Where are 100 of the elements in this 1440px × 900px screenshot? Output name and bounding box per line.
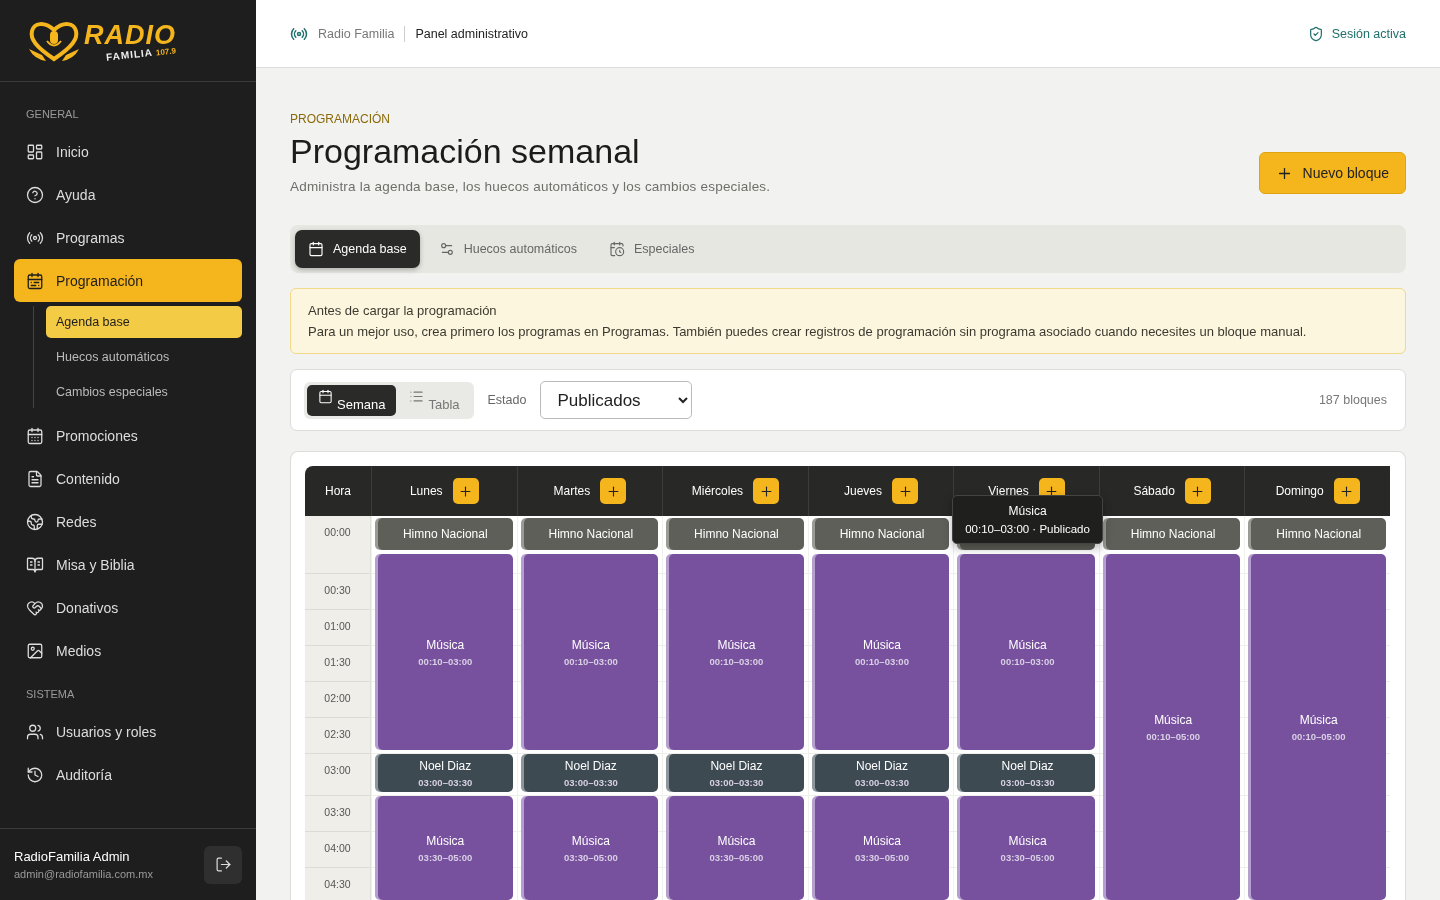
help-icon [26, 185, 44, 204]
plus-icon [1190, 483, 1206, 499]
logout-button[interactable] [204, 845, 242, 884]
session-status: Sesión activa [1331, 26, 1406, 41]
tab[interactable]: Especiales [595, 230, 708, 268]
book-icon [26, 555, 44, 574]
schedule-block[interactable]: Música 00:10–03:00 [523, 554, 659, 750]
time-label: 04:00 [324, 842, 351, 856]
schedule-block[interactable]: Música 00:10–05:00 [1251, 554, 1386, 900]
time-label: 01:00 [324, 620, 351, 634]
schedule-block[interactable]: Noel Diaz 03:00–03:30 [378, 754, 513, 792]
day-name: Domingo [1275, 484, 1324, 498]
time-label: 01:30 [324, 656, 351, 670]
calendar-icon [26, 271, 44, 290]
day-name: Jueves [843, 484, 882, 498]
user-email: admin@radiofamilia.com.mx [14, 868, 153, 880]
sidebar-item[interactable]: Misa y Biblia [14, 543, 242, 586]
sidebar-subitem[interactable]: Agenda base [46, 306, 242, 338]
image-icon [26, 641, 44, 660]
sidebar-item[interactable]: Inicio [14, 130, 242, 173]
list-icon [409, 388, 425, 404]
time-label: 03:00 [324, 764, 351, 778]
brand-name: Radio Familia [318, 26, 395, 41]
sidebar-item[interactable]: Contenido [14, 457, 242, 500]
sidebar-subitem[interactable]: Cambios especiales [46, 376, 242, 408]
schedule-block[interactable]: Música 03:30–05:00 [960, 796, 1095, 900]
sidebar-item[interactable]: Ayuda [14, 173, 242, 216]
page-title: Programación semanal [290, 132, 641, 171]
schedule-block[interactable]: Música 00:10–03:00 [960, 554, 1095, 750]
schedule-block[interactable]: Música 03:30–05:00 [814, 796, 950, 900]
schedule-block[interactable]: Música 03:30–05:00 [669, 796, 804, 900]
sidebar-item[interactable]: Medios [14, 629, 242, 672]
sidebar-item[interactable]: Promociones [14, 414, 242, 457]
document-icon [26, 469, 44, 488]
schedule-block[interactable]: Música 00:10–03:00 [378, 554, 513, 750]
sidebar-item[interactable]: Usuarios y roles [14, 710, 242, 753]
schedule-block[interactable]: Música 00:10–03:00 [814, 554, 950, 750]
add-block-button[interactable] [892, 478, 918, 504]
view-toggle[interactable]: Semana [307, 384, 397, 416]
users-icon [26, 722, 44, 741]
schedule-block[interactable]: Noel Diaz 03:00–03:30 [960, 754, 1095, 792]
schedule-block[interactable]: Música 00:10–05:00 [1105, 554, 1241, 900]
block-count: 187 bloques [1318, 393, 1387, 407]
plus-icon [1339, 483, 1355, 499]
add-block-button[interactable] [1333, 478, 1360, 504]
tooltip-title: Música [1008, 504, 1047, 518]
calendar-icon [26, 426, 44, 445]
sidebar-item[interactable]: Programas [14, 216, 242, 259]
add-block-button[interactable] [452, 478, 479, 504]
add-block-button[interactable] [1184, 478, 1211, 504]
schedule-block[interactable]: Himno Nacional [523, 518, 659, 550]
plus-icon [758, 483, 774, 499]
day-name: Martes [553, 484, 591, 498]
time-label: 02:00 [324, 692, 351, 706]
schedule-block[interactable]: Música 03:30–05:00 [378, 796, 513, 900]
time-label: 00:00 [324, 526, 351, 540]
schedule-block[interactable]: Música 00:10–03:00 [669, 554, 804, 750]
sidebar-item[interactable]: Redes [14, 500, 242, 543]
schedule-block[interactable]: Himno Nacional [1251, 518, 1386, 550]
filter-label: Estado [487, 393, 527, 407]
status-select[interactable]: Publicados [540, 381, 693, 419]
schedule-block[interactable]: Himno Nacional [814, 518, 950, 550]
day-name: Sábado [1133, 484, 1175, 498]
add-block-button[interactable] [753, 478, 780, 504]
logout-icon [214, 856, 232, 873]
schedule-block[interactable]: Música 03:30–05:00 [523, 796, 659, 900]
column-header: Hora [305, 466, 371, 516]
sidebar-item[interactable]: Auditoría [14, 753, 242, 796]
day-name: Miércoles [691, 484, 744, 498]
globe-icon [26, 512, 44, 531]
view-toggle[interactable]: Tabla [398, 384, 471, 416]
heart-hand-icon [26, 598, 44, 617]
schedule-block[interactable]: Himno Nacional [378, 518, 513, 550]
page-eyebrow: PROGRAMACIÓN [290, 112, 391, 126]
calendar-icon [308, 241, 324, 257]
plus-icon [897, 483, 913, 499]
user-name: RadioFamilia Admin [14, 849, 131, 864]
time-label: 02:30 [324, 728, 351, 742]
time-label: 03:30 [324, 806, 351, 820]
sidebar-item[interactable]: Donativos [14, 586, 242, 629]
dashboard-icon [26, 142, 44, 161]
sidebar-subitem[interactable]: Huecos automáticos [46, 341, 242, 373]
day-name: Lunes [409, 484, 443, 498]
schedule-block[interactable]: Himno Nacional [669, 518, 804, 550]
schedule-block[interactable]: Noel Diaz 03:00–03:30 [523, 754, 659, 792]
add-block-button[interactable] [600, 478, 627, 504]
logo-wordmark: RADIO [84, 22, 177, 49]
time-label: 00:30 [324, 584, 351, 598]
history-icon [26, 765, 44, 784]
schedule-block[interactable]: Noel Diaz 03:00–03:30 [814, 754, 950, 792]
shield-check-icon [1307, 25, 1324, 42]
schedule-block[interactable]: Noel Diaz 03:00–03:30 [669, 754, 804, 792]
tab[interactable]: Agenda base [295, 230, 420, 268]
notice-title: Antes de cargar la programación [308, 303, 498, 318]
logo-subtitle: FAMILIA [105, 47, 154, 63]
new-block-button[interactable]: Nuevo bloque [1258, 152, 1406, 194]
sidebar-item[interactable]: Programación [14, 259, 242, 302]
tab[interactable]: Huecos automáticos [425, 230, 590, 268]
schedule-block[interactable]: Himno Nacional [1105, 518, 1241, 550]
calendar-clock-icon [608, 241, 625, 257]
